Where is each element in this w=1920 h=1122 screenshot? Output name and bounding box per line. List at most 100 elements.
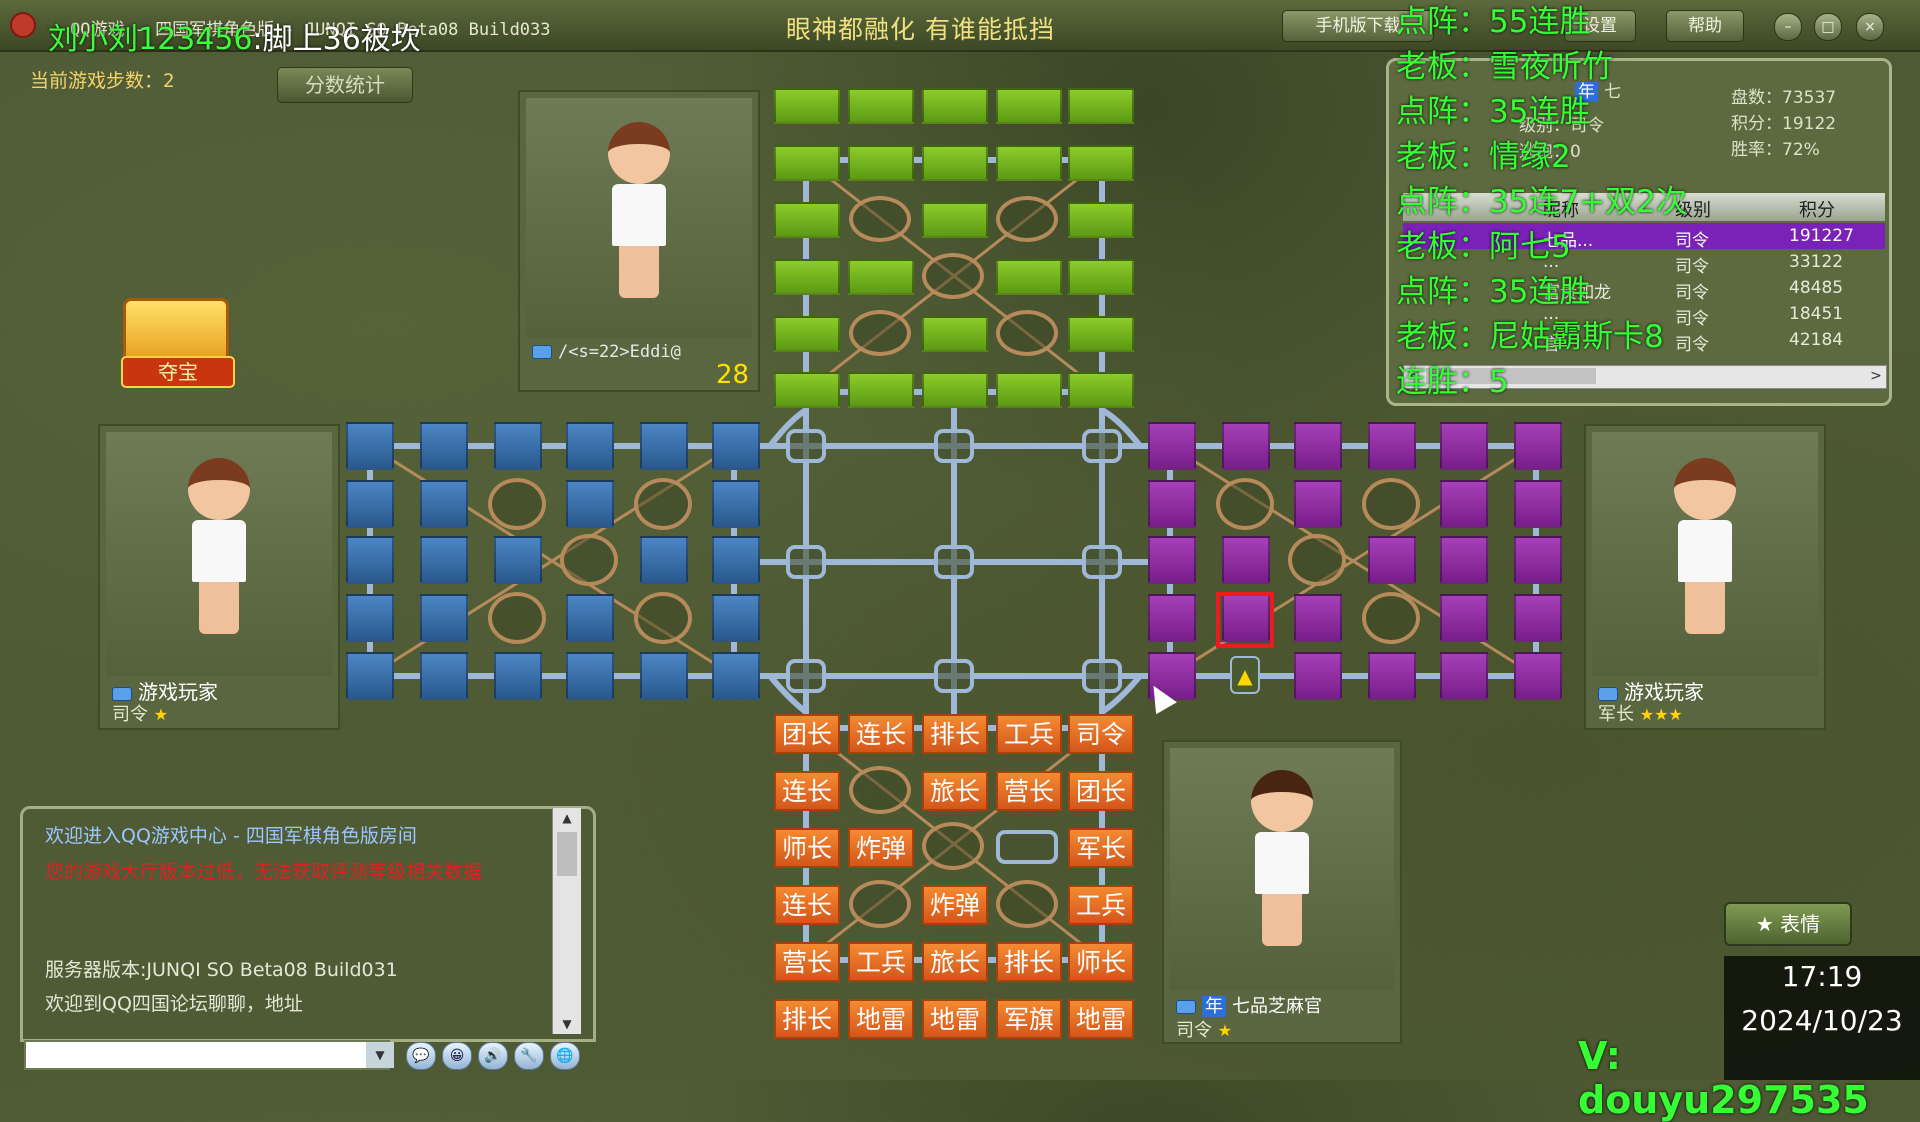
camp-circle[interactable]: [1288, 534, 1346, 586]
own-piece[interactable]: 工兵: [848, 942, 914, 982]
green-piece[interactable]: [996, 145, 1062, 181]
purple-piece[interactable]: [1294, 652, 1342, 700]
blue-piece[interactable]: [346, 422, 394, 470]
green-piece[interactable]: [774, 88, 840, 124]
rail-node[interactable]: [934, 659, 974, 693]
green-piece[interactable]: [996, 372, 1062, 408]
blue-piece[interactable]: [566, 652, 614, 700]
blue-piece[interactable]: [346, 480, 394, 528]
own-piece[interactable]: 连长: [774, 771, 840, 811]
purple-piece[interactable]: [1514, 652, 1562, 700]
rail-node[interactable]: [786, 545, 826, 579]
chat-scrollbar[interactable]: ▲ ▼: [552, 808, 581, 1034]
green-piece[interactable]: [1068, 259, 1134, 295]
emoji-icon[interactable]: 😀: [442, 1042, 472, 1070]
own-piece[interactable]: 炸弹: [848, 828, 914, 868]
own-piece[interactable]: 营长: [774, 942, 840, 982]
purple-piece[interactable]: [1440, 652, 1488, 700]
green-piece[interactable]: [922, 316, 988, 352]
purple-piece[interactable]: [1148, 536, 1196, 584]
camp-circle[interactable]: [1362, 478, 1420, 530]
camp-circle[interactable]: [488, 478, 546, 530]
blue-piece[interactable]: [712, 480, 760, 528]
own-piece[interactable]: 师长: [774, 828, 840, 868]
purple-piece[interactable]: [1294, 422, 1342, 470]
move-arrow-icon[interactable]: ▲: [1230, 656, 1260, 694]
own-piece[interactable]: 旅长: [922, 942, 988, 982]
camp-circle[interactable]: [849, 880, 911, 928]
green-piece[interactable]: [1068, 88, 1134, 124]
blue-piece[interactable]: [566, 594, 614, 642]
blue-piece[interactable]: [640, 652, 688, 700]
own-piece[interactable]: 排长: [922, 714, 988, 754]
camp-circle[interactable]: [996, 880, 1058, 928]
rail-node[interactable]: [934, 545, 974, 579]
camp-circle[interactable]: [1216, 478, 1274, 530]
own-piece[interactable]: 地雷: [848, 999, 914, 1039]
own-piece[interactable]: 营长: [996, 771, 1062, 811]
green-piece[interactable]: [996, 259, 1062, 295]
blue-piece[interactable]: [346, 594, 394, 642]
green-piece[interactable]: [1068, 372, 1134, 408]
own-piece[interactable]: 军旗: [996, 999, 1062, 1039]
green-piece[interactable]: [922, 88, 988, 124]
blue-piece[interactable]: [712, 594, 760, 642]
own-piece[interactable]: 军长: [1068, 828, 1134, 868]
camp-circle[interactable]: [634, 592, 692, 644]
purple-piece[interactable]: [1514, 480, 1562, 528]
green-piece[interactable]: [1068, 145, 1134, 181]
rail-node[interactable]: [1082, 659, 1122, 693]
blue-piece[interactable]: [494, 422, 542, 470]
rail-node[interactable]: [786, 659, 826, 693]
purple-piece[interactable]: [1514, 594, 1562, 642]
purple-piece[interactable]: [1294, 480, 1342, 528]
purple-piece[interactable]: [1368, 422, 1416, 470]
own-piece[interactable]: 地雷: [1068, 999, 1134, 1039]
green-piece[interactable]: [848, 145, 914, 181]
chevron-down-icon[interactable]: ▼: [366, 1042, 394, 1068]
own-piece[interactable]: 工兵: [1068, 885, 1134, 925]
camp-circle[interactable]: [922, 253, 984, 299]
camp-circle[interactable]: [849, 766, 911, 814]
green-piece[interactable]: [1068, 316, 1134, 352]
green-piece[interactable]: [922, 145, 988, 181]
blue-piece[interactable]: [712, 536, 760, 584]
own-piece[interactable]: 排长: [996, 942, 1062, 982]
blue-piece[interactable]: [640, 536, 688, 584]
scroll-thumb[interactable]: [557, 832, 577, 876]
blue-piece[interactable]: [346, 652, 394, 700]
scroll-down-icon[interactable]: ▼: [553, 1014, 581, 1034]
blue-piece[interactable]: [420, 652, 468, 700]
blue-piece[interactable]: [712, 652, 760, 700]
blue-piece[interactable]: [494, 652, 542, 700]
own-piece[interactable]: 司令: [1068, 714, 1134, 754]
green-piece[interactable]: [774, 202, 840, 238]
purple-piece[interactable]: [1222, 536, 1270, 584]
camp-circle[interactable]: [488, 592, 546, 644]
own-piece[interactable]: 团长: [1068, 771, 1134, 811]
own-piece[interactable]: 排长: [774, 999, 840, 1039]
own-piece[interactable]: 连长: [774, 885, 840, 925]
own-piece[interactable]: 师长: [1068, 942, 1134, 982]
emote-button[interactable]: ★ 表情: [1724, 902, 1852, 946]
camp-circle[interactable]: [1362, 592, 1420, 644]
blue-piece[interactable]: [420, 594, 468, 642]
col-score[interactable]: 积分: [1799, 196, 1835, 222]
own-piece[interactable]: 旅长: [922, 771, 988, 811]
chat-input[interactable]: [24, 1040, 390, 1070]
green-piece[interactable]: [848, 259, 914, 295]
blue-piece[interactable]: [712, 422, 760, 470]
message-icon[interactable]: 💬: [406, 1042, 436, 1070]
green-piece[interactable]: [922, 372, 988, 408]
camp-circle[interactable]: [849, 196, 911, 242]
purple-piece[interactable]: [1440, 594, 1488, 642]
own-piece[interactable]: 团长: [774, 714, 840, 754]
blue-piece[interactable]: [494, 536, 542, 584]
purple-piece[interactable]: [1148, 594, 1196, 642]
scroll-right-icon[interactable]: >: [1866, 366, 1886, 386]
green-piece[interactable]: [774, 372, 840, 408]
speaker-icon[interactable]: 🔊: [478, 1042, 508, 1070]
green-piece[interactable]: [774, 316, 840, 352]
green-piece[interactable]: [848, 372, 914, 408]
purple-piece[interactable]: [1440, 480, 1488, 528]
